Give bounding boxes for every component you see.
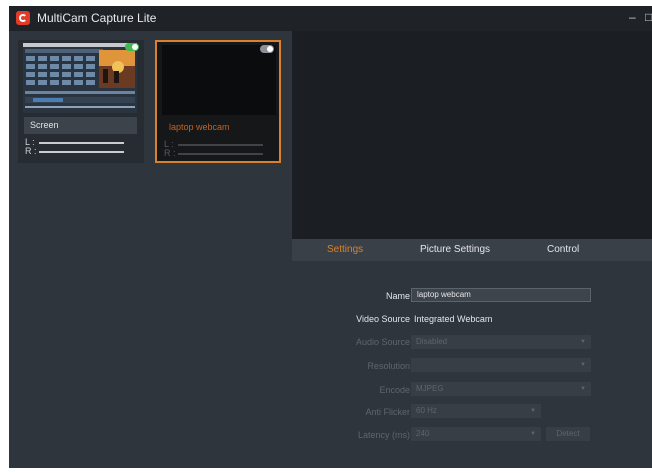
resolution-label: Resolution [367, 361, 410, 371]
source-thumbnail-screen [23, 43, 137, 113]
chevron-down-icon: ▼ [580, 362, 586, 368]
encode-value: MJPEG [416, 384, 444, 393]
chevron-down-icon: ▼ [580, 386, 586, 392]
tab-settings[interactable]: Settings [327, 244, 363, 255]
source-list-panel: Screen L : R : laptop webcam L : R : [9, 31, 292, 468]
source-name-label[interactable]: laptop webcam [163, 119, 276, 136]
latency-label: Latency (ms) [357, 430, 410, 440]
source-enable-toggle[interactable] [260, 45, 274, 53]
name-label: Name [385, 291, 410, 301]
latency-dropdown[interactable]: 240 ▼ [411, 427, 541, 441]
source-card-screen[interactable]: Screen L : R : [18, 40, 144, 163]
encode-dropdown[interactable]: MJPEG ▼ [411, 382, 591, 396]
chevron-down-icon: ▼ [580, 339, 586, 345]
detect-button[interactable]: Detect [546, 427, 590, 441]
audio-meter-right: R : [164, 148, 263, 158]
anti-flicker-label: Anti Flicker [365, 407, 410, 417]
video-source-label: Video Source [356, 314, 410, 324]
meter-bar-right [39, 151, 124, 153]
resolution-dropdown[interactable]: ▼ [411, 358, 591, 372]
source-card-laptop-webcam[interactable]: laptop webcam L : R : [155, 40, 281, 163]
anti-flicker-value: 60 Hz [416, 406, 437, 415]
audio-source-label: Audio Source [355, 337, 410, 347]
meter-bar-right [178, 153, 263, 155]
video-preview [292, 31, 652, 239]
name-input[interactable]: laptop webcam [411, 288, 591, 302]
tab-picture-settings[interactable]: Picture Settings [420, 244, 490, 255]
chevron-down-icon: ▼ [530, 408, 536, 414]
maximize-button[interactable]: □ [645, 10, 652, 24]
encode-label: Encode [379, 385, 410, 395]
multicam-logo-icon [16, 11, 30, 25]
audio-source-value: Disabled [416, 337, 448, 346]
audio-source-dropdown[interactable]: Disabled ▼ [411, 335, 591, 349]
settings-tab-bar: Settings Picture Settings Control [292, 239, 652, 261]
meter-bar-left [39, 142, 124, 144]
anti-flicker-dropdown[interactable]: 60 Hz ▼ [411, 404, 541, 418]
app-window: MultiCam Capture Lite – □ Screen L: R:… [9, 6, 652, 468]
settings-form: Name laptop webcam Video Source Integrat… [292, 261, 652, 468]
source-name-label[interactable]: Screen [24, 117, 137, 134]
meter-label-right: R : [164, 148, 176, 158]
video-source-value: Integrated Webcam [414, 314, 493, 324]
source-thumbnail-webcam [162, 45, 276, 115]
title-bar: MultiCam Capture Lite – □ [9, 6, 652, 31]
source-enable-toggle[interactable] [125, 43, 139, 51]
tab-control[interactable]: Control [547, 244, 579, 255]
app-title: MultiCam Capture Lite [37, 11, 157, 25]
minimize-button[interactable]: – [629, 10, 636, 24]
meter-bar-left [178, 144, 263, 146]
chevron-down-icon: ▼ [530, 431, 536, 437]
screen-preview-image [23, 43, 137, 113]
meter-label-right: R : [25, 146, 37, 156]
audio-meter-right: R : [25, 146, 124, 156]
latency-value: 240 [416, 429, 430, 438]
